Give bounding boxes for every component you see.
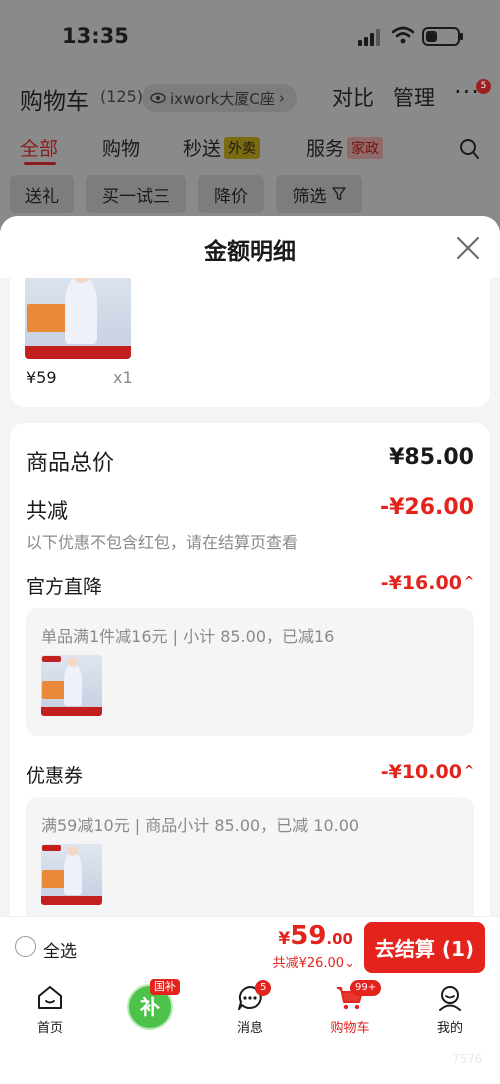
coupon-label: 优惠券 [26, 765, 84, 787]
manage-button[interactable]: 管理 [393, 82, 435, 112]
funnel-icon [331, 187, 346, 201]
amount-detail-sheet: ¥59 x1 金额明细 商品总价 ¥85.00 共减 -¥26.00 以下优惠不… [0, 216, 500, 916]
price-breakdown-card: 商品总价 ¥85.00 共减 -¥26.00 以下优惠不包含红包，请在结算页查看… [10, 423, 490, 916]
battery-icon [422, 27, 463, 46]
tabbar-cart[interactable]: 99+ 购物车 [300, 976, 400, 1036]
official-discount-desc: 单品满1件减16元 | 小计 85.00，已减16 [41, 627, 335, 646]
cart-badge: 99+ [350, 980, 382, 996]
reduce-label: 共减 [26, 499, 68, 523]
cart-tabs: 全部 购物 秒送 外卖 服务 家政 [0, 130, 500, 170]
reduce-value: -¥26.00 [379, 495, 474, 520]
location-selector[interactable]: ixwork大厦C座 › [142, 84, 297, 112]
filter-try-three[interactable]: 买一试三 [86, 175, 186, 213]
more-badge: 5 [476, 79, 491, 94]
location-text: ixwork大厦C座 [170, 89, 275, 108]
profile-icon [439, 986, 461, 1011]
tabbar-messages[interactable]: 5 消息 [200, 976, 300, 1036]
checkout-button[interactable]: 去结算 (1) [364, 922, 485, 973]
checkout-bar: 全选 ¥59.00 共减¥26.00⌄ 去结算 (1) [0, 916, 500, 976]
filter-button[interactable]: 筛选 [276, 175, 362, 213]
tabbar-label: 我的 [436, 1021, 463, 1036]
coupon-value: -¥10.00 [380, 761, 462, 783]
tab-label: 服务 [306, 138, 345, 160]
search-icon[interactable] [459, 138, 479, 160]
filter-price-drop[interactable]: 降价 [198, 175, 264, 213]
tabbar-label: 购物车 [330, 1021, 370, 1036]
filter-label: 筛选 [292, 186, 327, 207]
sheet-header: 金额明细 [0, 216, 500, 278]
coupon-toggle[interactable]: -¥10.00 ^ [381, 761, 474, 783]
cart-title: 购物车 [20, 89, 89, 115]
cart-header: 购物车 (125) ixwork大厦C座 › 对比 管理 ··· 5 [0, 76, 500, 120]
chevron-right-icon: › [278, 89, 285, 107]
chevron-up-icon: ^ [463, 763, 474, 777]
cart-count: (125) [100, 87, 144, 106]
total-discount: 共减¥26.00 [272, 956, 345, 971]
watermark: 7576 [452, 1052, 483, 1066]
tab-flash-delivery[interactable]: 秒送 外卖 [183, 134, 261, 161]
home-icon [38, 986, 62, 1009]
subsidy-tag: 国补 [150, 979, 180, 995]
item-quantity: x1 [113, 368, 133, 387]
item-card: ¥59 x1 [10, 264, 490, 407]
total-price: ¥59.00 [278, 921, 353, 951]
official-discount-value: -¥16.00 [380, 572, 462, 594]
tab-underline [24, 162, 56, 165]
product-thumbnail[interactable] [41, 844, 102, 905]
tab-tag: 家政 [347, 137, 384, 159]
product-thumbnail[interactable] [25, 264, 131, 359]
status-time: 13:35 [62, 24, 129, 48]
reduce-note: 以下优惠不包含红包，请在结算页查看 [26, 533, 299, 552]
compare-button[interactable]: 对比 [332, 82, 374, 112]
item-price: ¥59 [26, 368, 57, 387]
coupon-desc: 满59减10元 | 商品小计 85.00，已减 10.00 [41, 816, 360, 835]
total-discount-toggle[interactable]: 共减¥26.00⌄ [273, 952, 355, 971]
tab-all[interactable]: 全部 [20, 134, 58, 161]
total-label: 商品总价 [26, 451, 115, 476]
tab-service[interactable]: 服务 家政 [306, 134, 384, 161]
eye-icon [150, 92, 166, 104]
official-discount-label: 官方直降 [26, 576, 103, 598]
official-discount-detail: 单品满1件减16元 | 小计 85.00，已减16 [26, 608, 474, 736]
tab-label: 秒送 [183, 138, 222, 160]
coupon-detail: 满59减10元 | 商品小计 85.00，已减 10.00 [26, 797, 474, 916]
chevron-down-icon: ⌄ [344, 956, 355, 971]
select-all-radio[interactable] [15, 936, 36, 957]
official-discount-toggle[interactable]: -¥16.00 ^ [381, 572, 474, 594]
signal-icon [358, 28, 384, 46]
tabbar-profile[interactable]: 我的 [400, 976, 500, 1036]
tab-shopping[interactable]: 购物 [102, 134, 140, 161]
total-value: ¥85.00 [389, 445, 474, 470]
sheet-title: 金额明细 [204, 239, 296, 265]
product-thumbnail[interactable] [41, 655, 102, 716]
tabbar-label: 首页 [36, 1021, 63, 1036]
status-bar: 13:35 [0, 0, 500, 74]
close-icon[interactable] [456, 236, 480, 260]
chevron-up-icon: ^ [463, 574, 474, 588]
select-all-label[interactable]: 全选 [43, 937, 77, 962]
tab-tag: 外卖 [224, 137, 261, 159]
message-badge: 5 [255, 980, 272, 996]
filter-gift[interactable]: 送礼 [10, 175, 74, 213]
tabbar-subsidy[interactable]: 补 国补 [100, 976, 200, 1036]
wifi-icon [392, 26, 414, 44]
tabbar-home[interactable]: 首页 [0, 976, 100, 1036]
bottom-tabbar: 首页 补 国补 5 消息 99+ 购物车 我的 [0, 976, 500, 1084]
tabbar-label: 消息 [236, 1021, 263, 1036]
